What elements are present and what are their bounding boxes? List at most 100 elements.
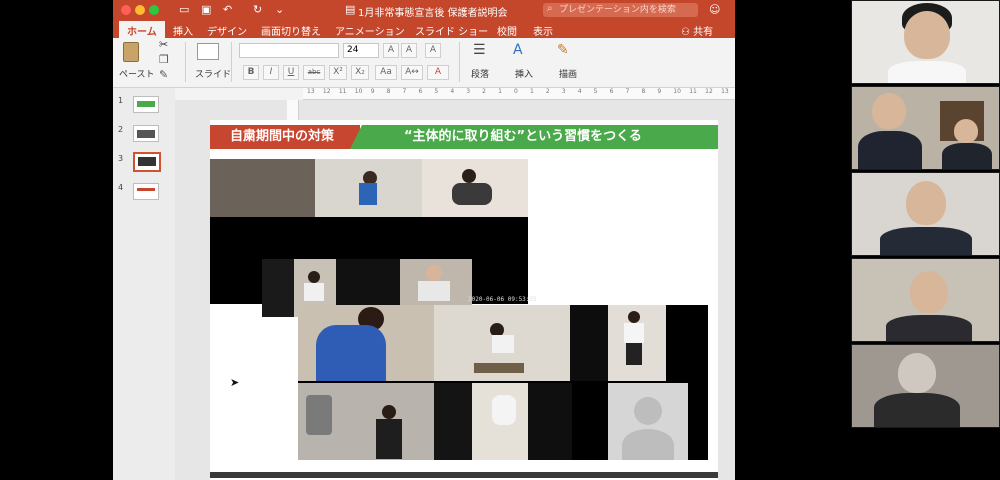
clear-format-button[interactable]: A bbox=[425, 43, 441, 58]
participant-video-tile[interactable] bbox=[851, 344, 1000, 428]
zoom-window-button[interactable] bbox=[149, 5, 159, 15]
slide-number: 4 bbox=[118, 183, 124, 192]
draw-label: 描画 bbox=[559, 70, 578, 80]
participant-face bbox=[910, 271, 948, 313]
ruler-tick-label: 11 bbox=[338, 88, 347, 95]
paste-icon[interactable] bbox=[123, 42, 139, 62]
avatar-placeholder-icon bbox=[634, 397, 662, 425]
video-frame bbox=[210, 159, 315, 217]
search-icon: ⌕ bbox=[547, 3, 553, 14]
ruler-tick-label: 8 bbox=[386, 88, 391, 95]
separator bbox=[231, 42, 232, 82]
ruler-tick-label: 10 bbox=[673, 88, 681, 95]
video-frame bbox=[434, 305, 570, 381]
format-painter-icon[interactable]: ✎ bbox=[159, 68, 168, 81]
ruler-tick-label: 10 bbox=[354, 88, 363, 95]
ruler-tick-label: 2 bbox=[482, 88, 486, 95]
ruler-tick-label: 7 bbox=[402, 88, 407, 95]
video-frame bbox=[298, 383, 434, 460]
character-spacing-button[interactable]: A↔ bbox=[401, 65, 423, 80]
tab-design[interactable]: デザイン bbox=[207, 23, 247, 38]
new-slide-icon[interactable] bbox=[197, 43, 219, 60]
ruler-tick-label: 6 bbox=[418, 88, 423, 95]
bold-button[interactable]: B bbox=[243, 65, 259, 80]
customize-toolbar-icon[interactable]: ⌄ bbox=[275, 3, 284, 16]
save-icon[interactable]: ▣ bbox=[201, 3, 211, 16]
ruler-tick-label: 13 bbox=[721, 88, 729, 95]
ruler-tick-label: 12 bbox=[705, 88, 713, 95]
feedback-smiley-icon[interactable]: ☺ bbox=[709, 3, 720, 16]
search-input[interactable]: プレゼンテーション内を検索 bbox=[543, 3, 698, 17]
tab-review[interactable]: 校閲 bbox=[497, 23, 517, 38]
font-color-button[interactable]: A bbox=[427, 65, 449, 80]
slide-thumbnail-selected[interactable] bbox=[133, 152, 161, 172]
undo-icon[interactable]: ↶ bbox=[223, 3, 232, 16]
underline-button[interactable]: U bbox=[283, 65, 299, 80]
horizontal-ruler: 13 12 11 10 9 8 7 6 5 4 3 2 1 0 1 2 3 4 5 6 7 8 9 10 11 12 13 bbox=[303, 88, 735, 100]
superscript-button[interactable]: X² bbox=[329, 65, 347, 80]
tab-view[interactable]: 表示 bbox=[533, 23, 553, 38]
ruler-tick-label: 4 bbox=[450, 88, 455, 95]
sidebar-toggle-icon[interactable]: ▭ bbox=[179, 3, 189, 16]
share-label: 共有 bbox=[693, 27, 714, 38]
paste-label: ペースト bbox=[119, 70, 155, 80]
participant-torso bbox=[888, 61, 966, 83]
close-window-button[interactable] bbox=[121, 5, 131, 15]
avatar-placeholder-body bbox=[622, 429, 674, 460]
participant-torso bbox=[880, 227, 972, 255]
ribbon-tab-bar: ホーム 挿入 デザイン 画面切り替え アニメーション スライド ショー 校閲 表… bbox=[113, 20, 735, 38]
draw-brush-icon[interactable]: ✎ bbox=[557, 42, 569, 58]
tab-slide-show[interactable]: スライド ショー bbox=[415, 23, 488, 38]
current-slide[interactable]: 自粛期間中の対策 “主体的に取り組む”という習慣をつくる 2020-06-06 … bbox=[210, 120, 718, 480]
font-size-select[interactable]: 24 bbox=[343, 43, 379, 58]
slide-thumbnail[interactable] bbox=[133, 183, 159, 200]
ruler-tick-label: 11 bbox=[689, 88, 697, 95]
screen: ▭ ▣ ↶ ↻ ⌄ ▤ 1月非常事態宣言後 保護者説明会 プレゼンテーション内を… bbox=[0, 0, 1000, 480]
paragraph-icon[interactable]: ☰ bbox=[473, 42, 486, 58]
slide-thumbnail[interactable] bbox=[133, 96, 159, 113]
tab-transitions[interactable]: 画面切り替え bbox=[261, 23, 321, 38]
redo-icon[interactable]: ↻ bbox=[253, 3, 262, 16]
video-timestamp: 2020-06-06 09:53:35 bbox=[468, 296, 537, 303]
video-frame bbox=[262, 259, 294, 317]
increase-font-button[interactable]: A bbox=[383, 43, 399, 58]
participant-video-tile[interactable] bbox=[851, 86, 1000, 170]
font-family-select[interactable] bbox=[239, 43, 339, 58]
subscript-button[interactable]: X₂ bbox=[351, 65, 369, 80]
participant-video-tile[interactable] bbox=[851, 258, 1000, 342]
video-frame bbox=[472, 383, 528, 460]
insert-label: 挿入 bbox=[515, 70, 534, 80]
tab-home[interactable]: ホーム bbox=[119, 21, 165, 38]
strikethrough-button[interactable]: abc bbox=[303, 65, 325, 80]
video-collage-upper: 2020-06-06 09:53:35 bbox=[210, 159, 537, 317]
ruler-tick-label: 1 bbox=[529, 88, 534, 95]
minimize-window-button[interactable] bbox=[135, 5, 145, 15]
share-button[interactable]: ⚇ 共有 bbox=[681, 23, 713, 38]
slide-thumbnail[interactable] bbox=[133, 125, 159, 142]
participant-video-tile[interactable] bbox=[851, 172, 1000, 256]
separator bbox=[459, 42, 460, 82]
change-case-button[interactable]: Aa bbox=[375, 65, 397, 80]
insert-textbox-icon[interactable]: A bbox=[513, 42, 523, 58]
participant-torso bbox=[886, 315, 972, 341]
ruler-tick-label: 9 bbox=[657, 88, 662, 95]
title-bar: ▭ ▣ ↶ ↻ ⌄ ▤ 1月非常事態宣言後 保護者説明会 プレゼンテーション内を… bbox=[113, 0, 735, 20]
slide-heading-right: “主体的に取り組む”という習慣をつくる bbox=[350, 125, 718, 149]
cut-icon[interactable]: ✂ bbox=[159, 38, 168, 51]
italic-button[interactable]: I bbox=[263, 65, 279, 80]
participant-video-tile[interactable] bbox=[851, 0, 1000, 84]
video-frame bbox=[608, 305, 666, 381]
slide-label: スライド bbox=[195, 70, 232, 80]
tab-animations[interactable]: アニメーション bbox=[335, 23, 405, 38]
ruler-tick-label: 1 bbox=[498, 88, 502, 95]
participant-face bbox=[898, 353, 936, 393]
video-frame bbox=[422, 159, 528, 217]
decrease-font-button[interactable]: A bbox=[401, 43, 417, 58]
slide-bottom-bar bbox=[210, 472, 718, 478]
copy-icon[interactable]: ❐ bbox=[159, 53, 169, 66]
ruler-tick-label: 5 bbox=[593, 88, 598, 95]
tab-insert[interactable]: 挿入 bbox=[173, 23, 193, 38]
ruler-tick-label: 7 bbox=[625, 88, 630, 95]
participant-torso bbox=[858, 131, 922, 169]
document-icon: ▤ bbox=[345, 3, 356, 16]
